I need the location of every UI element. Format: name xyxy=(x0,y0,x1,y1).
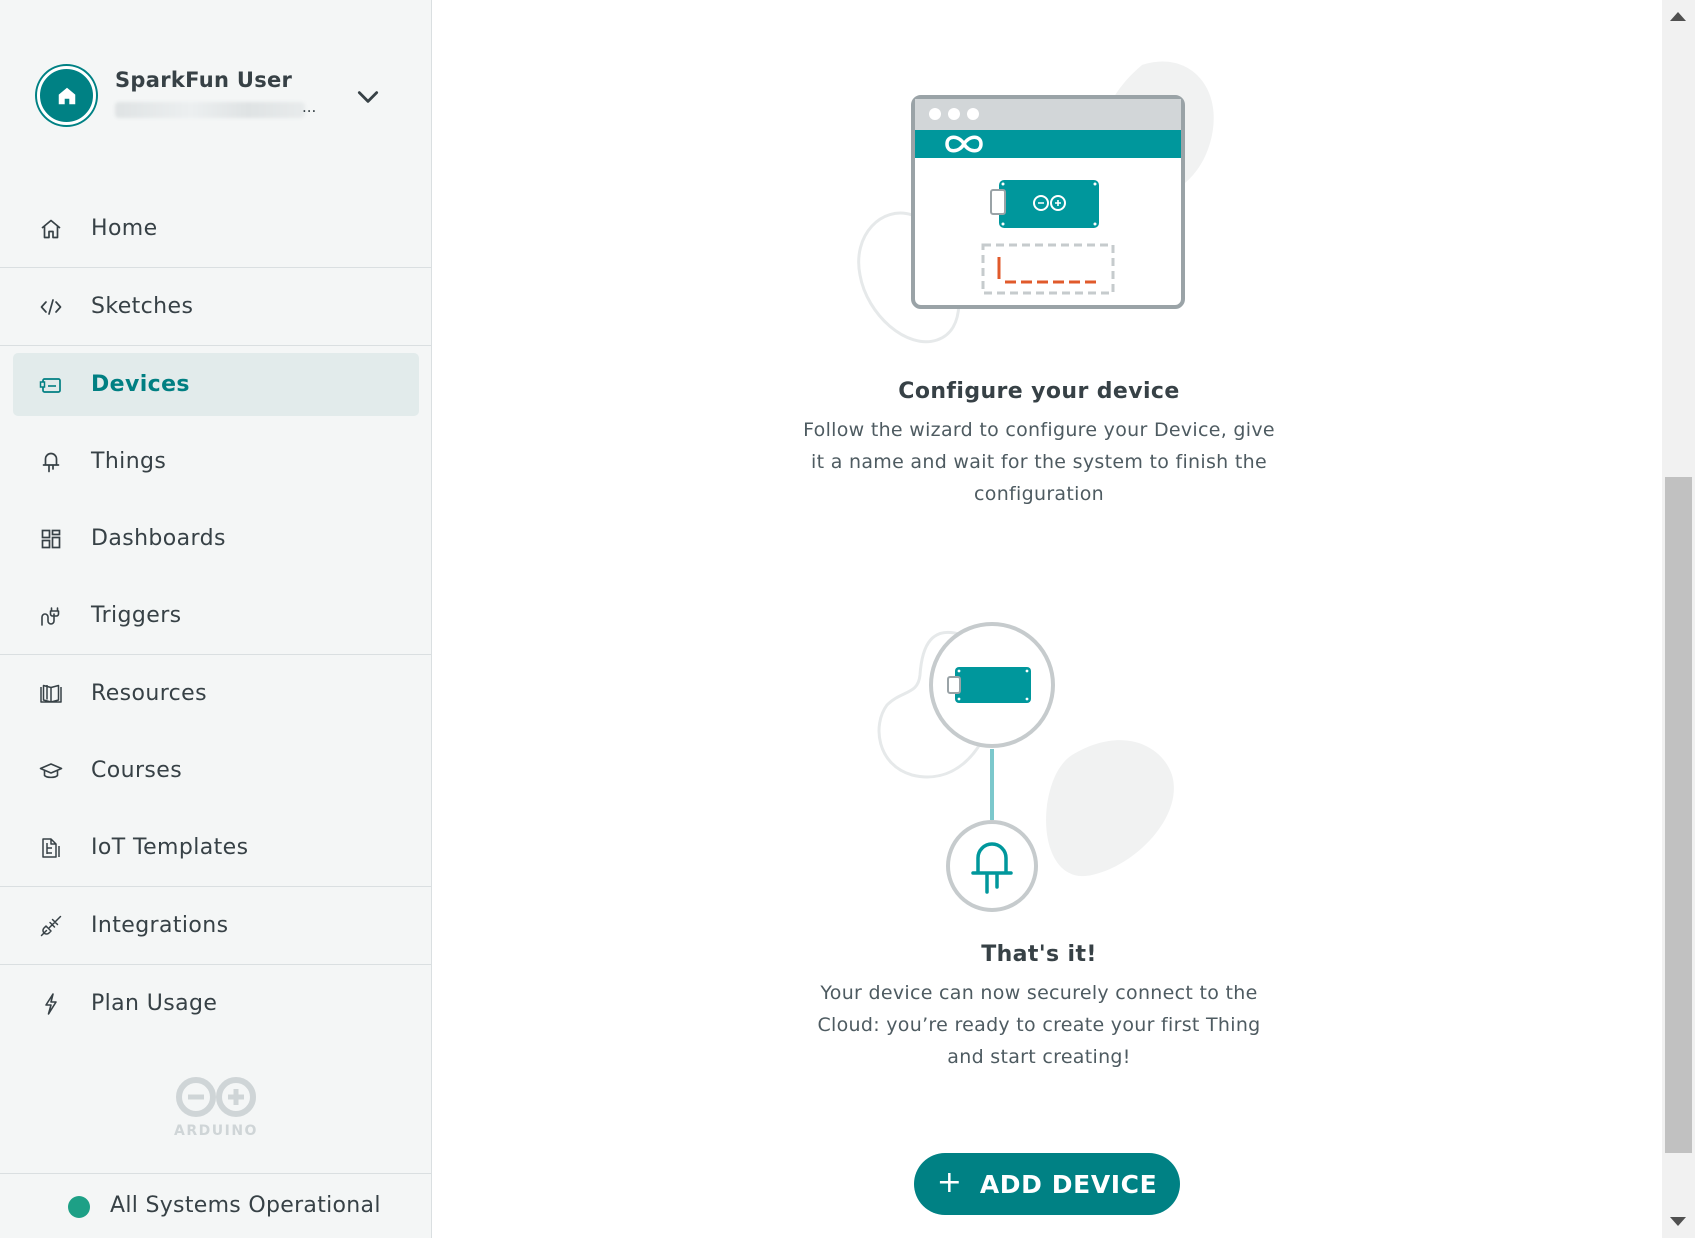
configure-device-illustration xyxy=(857,61,1214,344)
sidebar-item-label: Courses xyxy=(91,758,183,783)
home-icon xyxy=(58,87,75,104)
lightning-icon xyxy=(45,992,57,1015)
sidebar-item-courses[interactable]: Courses xyxy=(0,732,432,809)
sidebar-item-plan-usage[interactable]: Plan Usage xyxy=(0,965,432,1042)
led-icon xyxy=(42,452,60,472)
sidebar-item-devices[interactable]: Devices xyxy=(0,346,432,423)
code-icon xyxy=(40,298,62,315)
sidebar-item-triggers[interactable]: Triggers xyxy=(0,577,432,654)
device-icon xyxy=(39,377,61,393)
sidebar-item-sketches[interactable]: Sketches xyxy=(0,268,432,345)
sidebar-item-label: Devices xyxy=(91,372,190,397)
user-email-ellipsis: ... xyxy=(302,98,317,116)
step-title: That's it! xyxy=(981,942,1097,967)
sidebar-item-label: Home xyxy=(91,216,158,241)
sidebar-item-label: Things xyxy=(91,449,167,474)
dashboard-icon xyxy=(41,529,61,548)
arduino-logo: ARDUINO xyxy=(174,1077,258,1139)
scroll-down-arrow-icon[interactable] xyxy=(1670,1217,1686,1226)
add-device-button[interactable]: + ADD DEVICE xyxy=(914,1153,1180,1215)
home-icon xyxy=(41,219,61,238)
sidebar-item-resources[interactable]: Resources xyxy=(0,655,432,732)
sidebar-item-label: Resources xyxy=(91,681,207,706)
sidebar-item-label: Sketches xyxy=(91,294,194,319)
sidebar-item-label: IoT Templates xyxy=(91,835,249,860)
sidebar-item-label: Integrations xyxy=(91,913,229,938)
scroll-up-arrow-icon[interactable] xyxy=(1670,12,1686,21)
sidebar-item-label: Triggers xyxy=(91,603,182,628)
user-email-redacted xyxy=(115,102,305,118)
templates-icon xyxy=(42,837,60,858)
sidebar-item-home[interactable]: Home xyxy=(0,190,432,267)
sidebar-item-label: Plan Usage xyxy=(91,991,218,1016)
sidebar-item-dashboards[interactable]: Dashboards xyxy=(0,500,432,577)
active-highlight xyxy=(13,353,419,416)
chevron-down-icon[interactable] xyxy=(355,84,381,110)
system-status[interactable]: All Systems Operational xyxy=(0,1173,432,1238)
add-device-label: ADD DEVICE xyxy=(979,1169,1158,1199)
status-text: All Systems Operational xyxy=(110,1193,381,1218)
plus-icon: + xyxy=(936,1165,962,1200)
graduation-cap-icon xyxy=(39,762,63,778)
main-content: Configure your device Follow the wizard … xyxy=(432,0,1662,1238)
trigger-icon xyxy=(41,606,60,626)
step-title: Configure your device xyxy=(898,379,1180,404)
user-name: SparkFun User xyxy=(115,68,293,92)
plug-icon xyxy=(40,915,62,936)
book-icon xyxy=(40,684,62,703)
user-account[interactable]: SparkFun User ... xyxy=(37,66,397,126)
connected-device-illustration xyxy=(877,622,1174,912)
sidebar: SparkFun User ... Home Sketches Devices … xyxy=(0,0,432,1238)
logo-text: ARDUINO xyxy=(174,1123,258,1139)
sidebar-item-label: Dashboards xyxy=(91,526,226,551)
step-description: Follow the wizard to configure your Devi… xyxy=(803,419,1275,505)
status-dot xyxy=(68,1196,90,1218)
sidebar-item-integrations[interactable]: Integrations xyxy=(0,887,432,964)
sidebar-item-things[interactable]: Things xyxy=(0,423,432,500)
scrollbar-thumb[interactable] xyxy=(1665,477,1692,1153)
avatar[interactable] xyxy=(37,66,96,125)
scrollbar[interactable] xyxy=(1662,0,1695,1238)
step-description: Your device can now securely connect to … xyxy=(817,982,1261,1068)
sidebar-nav: Home Sketches Devices Things Dashboards … xyxy=(0,190,432,1042)
sidebar-item-iot-templates[interactable]: IoT Templates xyxy=(0,809,432,886)
